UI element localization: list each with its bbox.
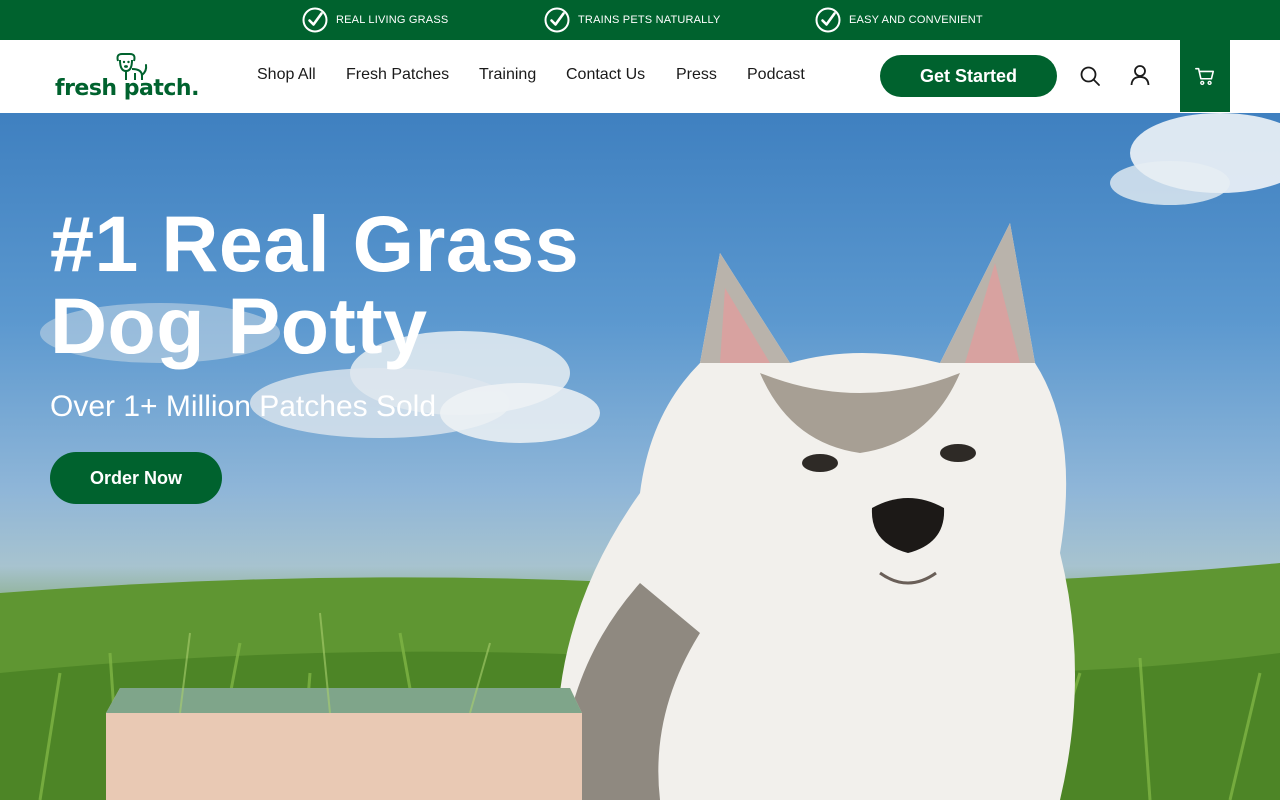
usp-label: TRAINS PETS NATURALLY xyxy=(578,14,721,26)
nav-contact-us[interactable]: Contact Us xyxy=(566,66,645,84)
nav-podcast[interactable]: Podcast xyxy=(747,66,805,84)
check-circle-icon xyxy=(544,7,570,33)
hero-banner: #1 Real Grass Dog Potty Over 1+ Million … xyxy=(0,113,1280,800)
cart-button[interactable] xyxy=(1180,40,1230,112)
hero-subtitle: Over 1+ Million Patches Sold xyxy=(50,390,437,423)
check-circle-icon xyxy=(815,7,841,33)
logo-text: fresh patch. xyxy=(55,76,199,101)
usp-real-living-grass: REAL LIVING GRASS xyxy=(302,7,448,33)
cart-icon xyxy=(1195,67,1215,86)
get-started-button[interactable]: Get Started xyxy=(880,55,1057,97)
hero-title: #1 Real Grass Dog Potty xyxy=(50,199,580,370)
usp-label: REAL LIVING GRASS xyxy=(336,14,449,26)
search-button[interactable] xyxy=(1078,64,1102,88)
check-circle-icon xyxy=(302,7,328,33)
nav-training[interactable]: Training xyxy=(479,66,536,84)
nav-fresh-patches[interactable]: Fresh Patches xyxy=(346,66,449,84)
search-icon xyxy=(1080,66,1100,86)
site-header: fresh patch. Shop All Fresh Patches Trai… xyxy=(0,40,1280,113)
logo[interactable]: fresh patch. xyxy=(55,51,199,105)
account-button[interactable] xyxy=(1128,63,1152,87)
order-now-button[interactable]: Order Now xyxy=(50,452,222,504)
nav-shop-all[interactable]: Shop All xyxy=(257,66,316,84)
announcement-bar: REAL LIVING GRASS TRAINS PETS NATURALLY … xyxy=(0,0,1280,40)
account-icon xyxy=(1130,65,1150,86)
usp-label: EASY AND CONVENIENT xyxy=(849,14,983,26)
nav-press[interactable]: Press xyxy=(676,66,717,84)
usp-trains-pets-naturally: TRAINS PETS NATURALLY xyxy=(544,7,721,33)
usp-easy-and-convenient: EASY AND CONVENIENT xyxy=(815,7,983,33)
